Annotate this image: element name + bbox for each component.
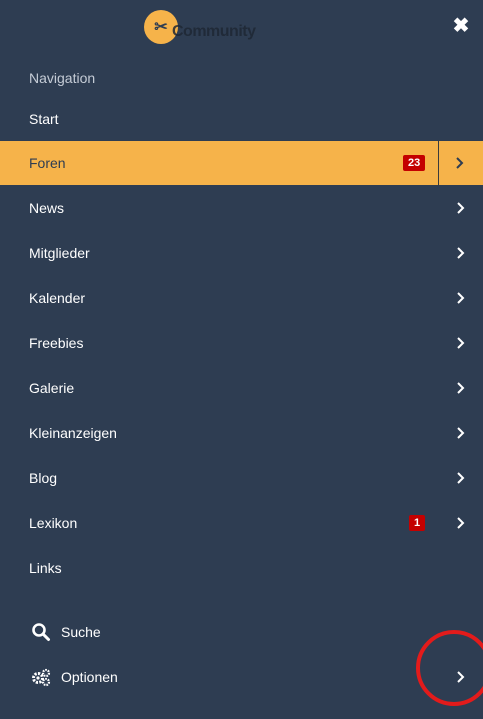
chevron-right-icon[interactable] [440, 320, 482, 365]
nav-item-kleinanzeigen[interactable]: Kleinanzeigen [0, 410, 483, 455]
close-icon[interactable]: ✖ [452, 16, 470, 36]
nav-item-mitglieder[interactable]: Mitglieder [0, 230, 483, 275]
menu-header: ✂ Community ✖ [0, 0, 483, 56]
nav-item-label: News [29, 199, 65, 216]
options-label: Optionen [61, 668, 118, 685]
chevron-right-icon[interactable] [440, 230, 482, 275]
nav-item-start[interactable]: Start [0, 96, 483, 141]
chevron-right-icon[interactable] [440, 500, 482, 545]
chevron-right-icon[interactable] [440, 365, 482, 410]
nav-item-label: Kleinanzeigen [29, 424, 117, 441]
navigation-heading: Navigation [29, 70, 96, 86]
nav-item-label: Kalender [29, 289, 86, 306]
chevron-right-icon[interactable] [440, 410, 482, 455]
nav-item-label: Galerie [29, 379, 75, 396]
chevron-right-icon[interactable] [440, 455, 482, 500]
nav-menu: Start Foren 23 News Mitglieder Kalender … [0, 96, 483, 590]
unread-badge: 23 [403, 155, 426, 171]
chevron-right-icon[interactable] [440, 185, 482, 230]
nav-item-kalender[interactable]: Kalender [0, 275, 483, 320]
nav-item-galerie[interactable]: Galerie [0, 365, 483, 410]
nav-item-foren[interactable]: Foren 23 [0, 140, 483, 186]
nav-item-freebies[interactable]: Freebies [0, 320, 483, 365]
search-menu-item[interactable]: Suche [0, 609, 483, 654]
nav-item-label: Lexikon [29, 514, 78, 531]
chevron-right-icon[interactable] [440, 275, 482, 320]
site-logo[interactable]: ✂ Community [144, 10, 292, 46]
nav-item-label: Freebies [29, 334, 84, 351]
nav-item-label: Start [29, 110, 59, 127]
search-label: Suche [61, 623, 101, 640]
nav-item-lexikon[interactable]: Lexikon 1 [0, 500, 483, 545]
logo-wordmark: Community [172, 23, 256, 40]
count-badge: 1 [409, 514, 426, 531]
nav-item-blog[interactable]: Blog [0, 455, 483, 500]
nav-item-label: Foren [29, 155, 66, 171]
chevron-right-icon[interactable] [438, 140, 481, 186]
options-menu-item[interactable]: Optionen [0, 654, 483, 699]
highlight-ring [416, 630, 483, 706]
search-icon [31, 622, 51, 642]
nav-item-label: Mitglieder [29, 244, 90, 261]
nav-item-news[interactable]: News [0, 185, 483, 230]
nav-item-links[interactable]: Links [0, 545, 483, 590]
nav-item-label: Links [29, 559, 62, 576]
nav-item-label: Blog [29, 469, 58, 486]
gears-icon [31, 667, 51, 687]
